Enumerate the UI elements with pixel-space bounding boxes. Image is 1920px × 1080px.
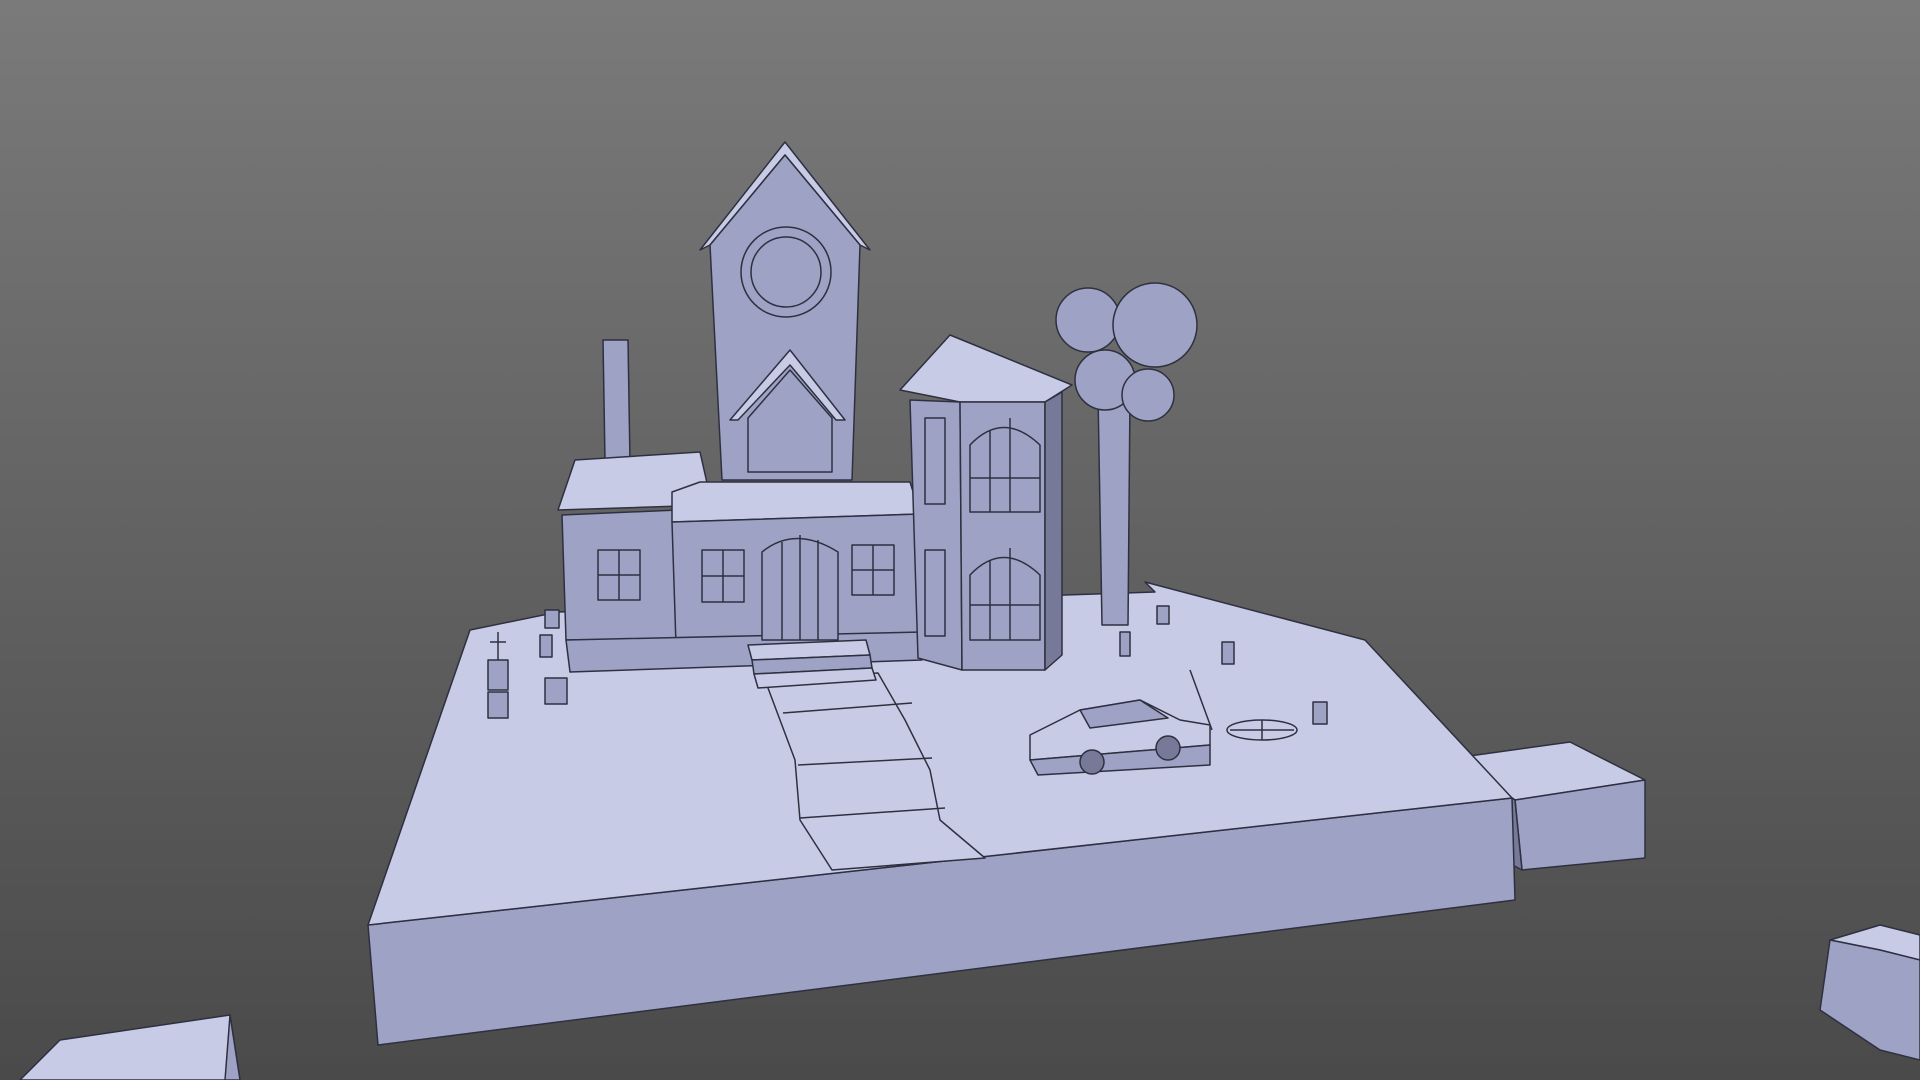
3d-viewport[interactable] [0,0,1920,1080]
tree-canopy-ball [1112,282,1198,368]
tree-canopy-ball [1121,368,1175,422]
scene-render [0,0,1920,1080]
turret [899,334,1073,671]
chimney [602,339,631,463]
ground-grate [1226,719,1298,741]
tree-canopy-ball [1055,287,1121,353]
front-steps [747,639,877,689]
